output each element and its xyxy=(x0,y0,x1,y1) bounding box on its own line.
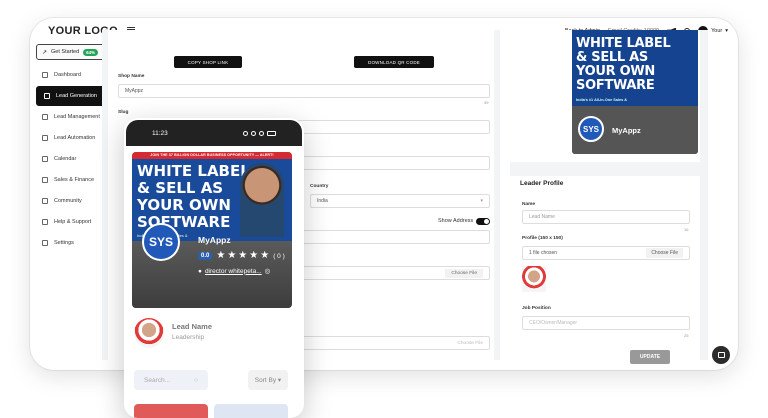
dashboard-icon xyxy=(42,72,48,78)
choose-file-button-2[interactable]: Choose File xyxy=(457,341,483,346)
promo-line-4: SOFTWARE xyxy=(576,78,655,93)
show-address-label: Show Address xyxy=(438,218,474,224)
promo-line-3: YOUR OWN xyxy=(576,64,655,79)
country-value: India xyxy=(317,198,328,204)
help-icon xyxy=(42,219,48,225)
leader-avatar xyxy=(134,318,164,348)
sidebar-item-label: Community xyxy=(54,198,82,204)
phone-banner: JOIN THE 37 BILLION DOLLAR BUSINESS OPPO… xyxy=(132,152,292,159)
chat-button[interactable] xyxy=(712,346,730,364)
file-chosen-text: 1 file chosen xyxy=(529,250,558,256)
sidebar-item-label: Lead Management xyxy=(54,114,100,120)
promo-image: WHITE LABEL & SELL AS YOUR OWN SOFTWARE … xyxy=(572,30,698,154)
chevron-down-icon: ▾ xyxy=(480,198,483,204)
phone-promo-line-1: WHITE LABEL xyxy=(137,162,250,180)
sales-finance-icon xyxy=(42,177,48,183)
phone-search-input[interactable]: Search... ○ xyxy=(134,370,208,390)
star-icon: ★ xyxy=(249,250,259,261)
show-address-toggle[interactable] xyxy=(476,218,490,225)
rating-count: ( 0 ) xyxy=(273,252,285,260)
promo-tagline: India's #1 All-in-One Sales & xyxy=(576,98,627,102)
star-icon: ★ xyxy=(260,250,270,261)
job-position-count: 25 xyxy=(684,333,689,338)
choose-file-button-3[interactable]: Choose File xyxy=(646,248,683,258)
rating-value: 0.0 xyxy=(198,252,213,260)
sidebar-item-label: Sales & Finance xyxy=(54,177,95,183)
product-card[interactable] xyxy=(134,404,208,418)
search-icon: ○ xyxy=(194,376,198,384)
sidebar-item-label: Dashboard xyxy=(54,72,81,78)
slug-label: Slug xyxy=(118,110,129,115)
phone-status-bar: 11:23 xyxy=(126,120,302,146)
leader-profile-card: Leader Profile Name Lead Name 16 Profile… xyxy=(510,176,700,366)
wifi-icon xyxy=(259,130,264,136)
shop-name-count: 39 xyxy=(484,100,489,105)
job-position-input[interactable]: CEO/Owner/Manager xyxy=(522,316,690,330)
country-label: Country xyxy=(310,184,329,189)
lead-automation-icon xyxy=(42,135,48,141)
sidebar-item-label: Lead Generation xyxy=(56,93,97,99)
phone-shop-card: JOIN THE 37 BILLION DOLLAR BUSINESS OPPO… xyxy=(132,152,292,308)
sidebar-item-label: Calendar xyxy=(54,156,77,162)
leader-name-input[interactable]: Lead Name xyxy=(522,210,690,224)
phone-promo-line-3: YOUR OWN xyxy=(137,196,231,214)
shop-name-label: Shop Name xyxy=(118,74,145,79)
sort-by-dropdown[interactable]: Sort By ▾ xyxy=(248,370,288,390)
right-column: WHITE LABEL & SELL AS YOUR OWN SOFTWARE … xyxy=(510,30,708,366)
leader-name: Lead Name xyxy=(172,322,213,331)
share-icon[interactable]: ◎ xyxy=(265,267,271,275)
presenter-image xyxy=(240,163,284,237)
sidebar-item-label: Help & Support xyxy=(54,219,92,225)
copy-shop-link-button[interactable]: COPY SHOP LINK xyxy=(174,56,242,68)
shop-name-input[interactable]: MyAppz xyxy=(118,84,490,98)
progress-badge: 64% xyxy=(83,48,99,56)
chat-icon xyxy=(717,352,725,358)
product-card[interactable] xyxy=(214,404,288,418)
sidebar-item-label: Settings xyxy=(54,240,74,246)
choose-file-button[interactable]: Choose File xyxy=(445,268,483,278)
job-position-label: Job Position xyxy=(522,306,551,311)
alarm-icon xyxy=(243,130,248,136)
lead-generation-icon xyxy=(44,93,50,99)
location-pin-icon: ● xyxy=(198,267,202,275)
search-placeholder: Search... xyxy=(144,376,171,384)
profile-file-input[interactable]: 1 file chosen Choose File xyxy=(522,246,690,260)
rocket-icon: ↗ xyxy=(42,49,48,56)
lead-management-icon xyxy=(42,114,48,120)
promo-brand: MyAppz xyxy=(612,126,641,135)
sys-logo: SYS xyxy=(578,116,604,142)
sort-label: Sort By xyxy=(254,376,277,384)
preview-card: WHITE LABEL & SELL AS YOUR OWN SOFTWARE … xyxy=(510,30,700,162)
promo-line-2: & SELL AS xyxy=(576,50,648,65)
leader-name-count: 16 xyxy=(684,227,689,232)
phone-promo-line-2: & SELL AS xyxy=(137,179,224,197)
phone-preview: 11:23 JOIN THE 37 BILLION DOLLAR BUSINES… xyxy=(124,118,304,418)
promo-line-1: WHITE LABEL xyxy=(576,36,671,51)
phone-time: 11:23 xyxy=(152,129,168,137)
phone-card-footer: SYS MyAppz 0.0 ★ ★ ★ ★ ★ ( 0 ) ● director wh… xyxy=(132,223,292,308)
rating-stars: ★ ★ ★ ★ ★ xyxy=(216,251,269,261)
phone-sys-logo: SYS xyxy=(142,223,180,261)
user-name: Your xyxy=(711,28,723,34)
battery-icon xyxy=(267,130,276,136)
download-qr-button[interactable]: DOWNLOAD QR CODE xyxy=(354,56,434,68)
update-button[interactable]: UPDATE xyxy=(630,350,670,364)
leader-profile-title: Leader Profile xyxy=(520,180,564,187)
star-icon: ★ xyxy=(238,250,248,261)
settings-icon xyxy=(42,240,48,246)
phone-brand: MyAppz xyxy=(198,235,231,245)
star-icon: ★ xyxy=(227,250,237,261)
sidebar-item-label: Lead Automation xyxy=(54,135,96,141)
get-started-label: Get Started xyxy=(51,49,80,55)
profile-image-label: Profile (150 x 150) xyxy=(522,236,563,241)
leader-name-label: Name xyxy=(522,202,536,207)
profile-thumbnail xyxy=(522,266,546,292)
leader-role: Leadership xyxy=(172,334,205,341)
calendar-icon xyxy=(42,156,48,162)
star-icon: ★ xyxy=(216,250,226,261)
country-select[interactable]: India ▾ xyxy=(310,194,490,208)
community-icon xyxy=(42,198,48,204)
signal-icon xyxy=(251,130,256,136)
director-link[interactable]: director whitepeta... xyxy=(205,268,262,275)
